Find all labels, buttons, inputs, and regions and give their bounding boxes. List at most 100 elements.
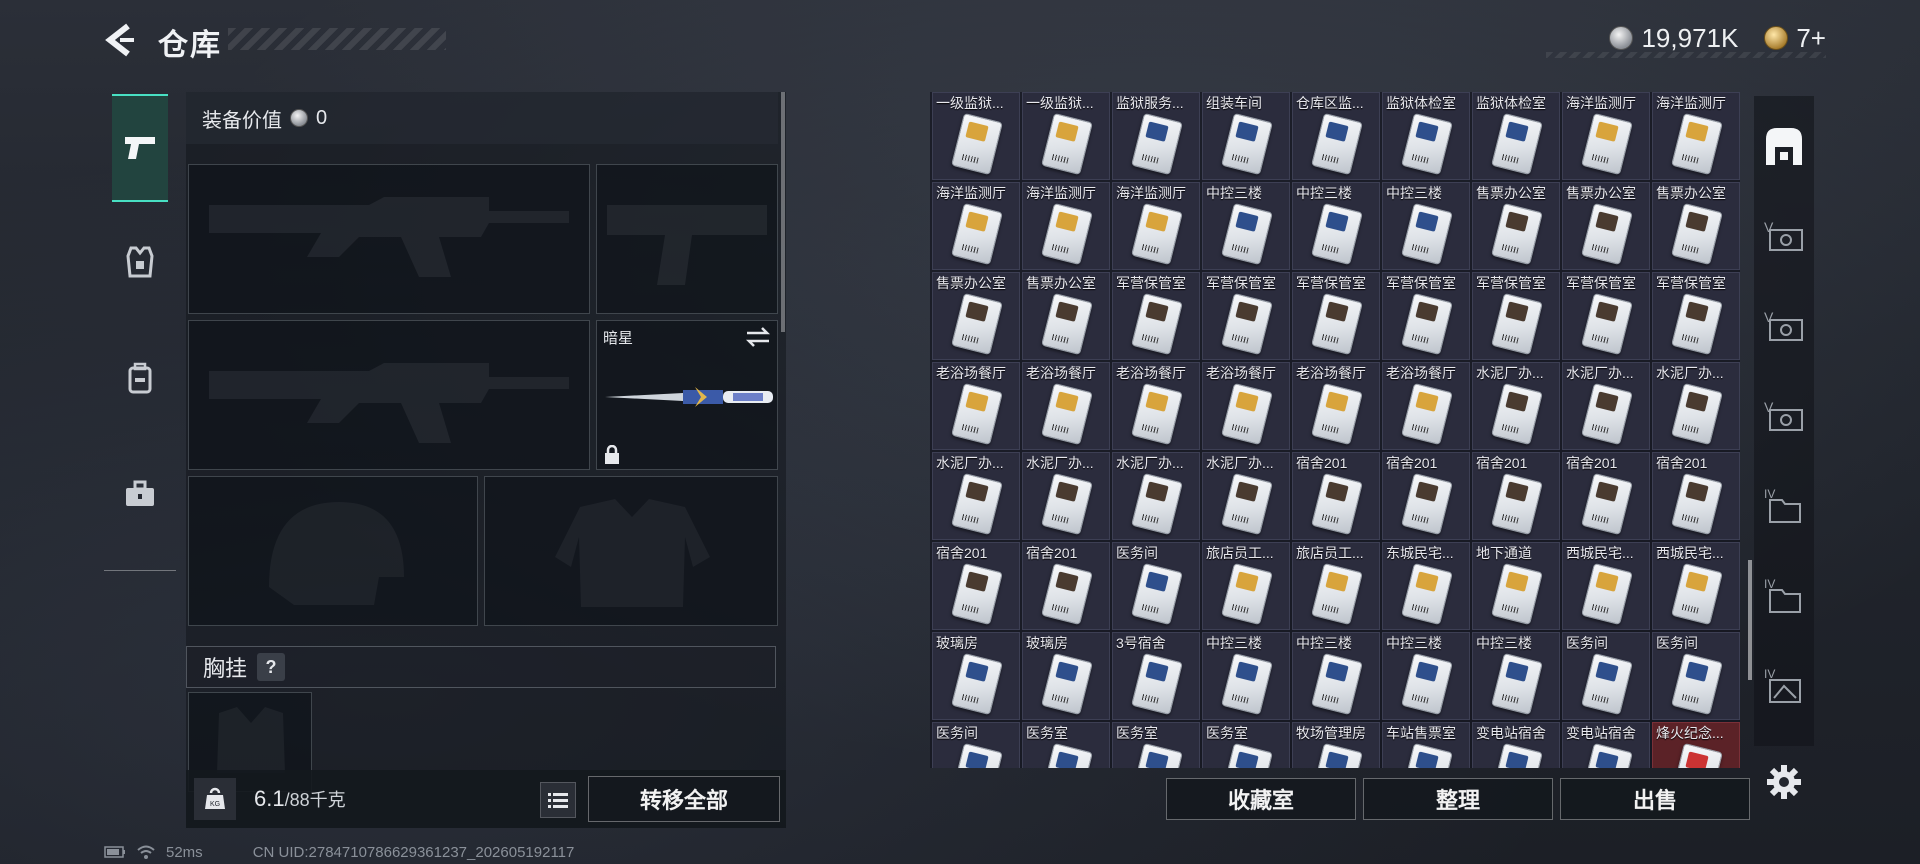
organize-button[interactable]: 整理 bbox=[1363, 778, 1553, 820]
tab-backpack[interactable] bbox=[112, 326, 168, 430]
inventory-item[interactable]: 旅店员工... bbox=[1292, 542, 1380, 630]
inventory-item[interactable]: 售票办公室 bbox=[1562, 182, 1650, 270]
inventory-item[interactable]: 海洋监测厅 bbox=[1022, 182, 1110, 270]
inventory-item[interactable]: 组装车间 bbox=[1202, 92, 1290, 180]
back-arrow-icon[interactable] bbox=[100, 20, 140, 60]
tab-folder-1[interactable]: IV bbox=[1754, 468, 1814, 544]
inventory-item[interactable]: 老浴场餐厅 bbox=[1292, 362, 1380, 450]
inventory-item[interactable]: 宿舍201 bbox=[1022, 542, 1110, 630]
inventory-item[interactable]: 军营保管室 bbox=[1112, 272, 1200, 360]
inventory-item[interactable]: 西城民宅... bbox=[1652, 542, 1740, 630]
inventory-item[interactable]: 车站售票室 bbox=[1382, 722, 1470, 768]
inventory-item[interactable]: 变电站宿舍 bbox=[1562, 722, 1650, 768]
inventory-item[interactable]: 中控三楼 bbox=[1292, 632, 1380, 720]
inventory-item[interactable]: 军营保管室 bbox=[1292, 272, 1380, 360]
inventory-item[interactable]: 地下通道 bbox=[1472, 542, 1560, 630]
inventory-item[interactable]: 水泥厂办... bbox=[932, 452, 1020, 540]
inventory-item[interactable]: 中控三楼 bbox=[1472, 632, 1560, 720]
inventory-item[interactable]: 中控三楼 bbox=[1382, 632, 1470, 720]
inventory-item[interactable]: 中控三楼 bbox=[1292, 182, 1380, 270]
secondary-weapon-slot[interactable] bbox=[188, 320, 590, 470]
inventory-item[interactable]: 医务间 bbox=[1652, 632, 1740, 720]
inventory-item[interactable]: 医务室 bbox=[1022, 722, 1110, 768]
inventory-item[interactable]: 旅店员工... bbox=[1202, 542, 1290, 630]
inventory-item[interactable]: 水泥厂办... bbox=[1562, 362, 1650, 450]
inventory-item[interactable]: 监狱体检室 bbox=[1472, 92, 1560, 180]
inventory-item[interactable]: 烽火纪念... bbox=[1652, 722, 1740, 768]
inventory-item[interactable]: 老浴场餐厅 bbox=[932, 362, 1020, 450]
inventory-item[interactable]: 水泥厂办... bbox=[1472, 362, 1560, 450]
inventory-item[interactable]: 宿舍201 bbox=[1562, 452, 1650, 540]
inventory-item[interactable]: 宿舍201 bbox=[1382, 452, 1470, 540]
inventory-item[interactable]: 医务室 bbox=[1202, 722, 1290, 768]
melee-slot[interactable]: 暗星 bbox=[596, 320, 778, 470]
inventory-item[interactable]: 水泥厂办... bbox=[1112, 452, 1200, 540]
tab-safe-box[interactable] bbox=[1754, 108, 1814, 184]
inventory-scrollbar[interactable] bbox=[1748, 560, 1752, 680]
sell-button[interactable]: 出售 bbox=[1560, 778, 1750, 820]
inventory-item[interactable]: 中控三楼 bbox=[1202, 632, 1290, 720]
inventory-item[interactable]: 老浴场餐厅 bbox=[1202, 362, 1290, 450]
inventory-item[interactable]: 玻璃房 bbox=[1022, 632, 1110, 720]
inventory-item[interactable]: 医务间 bbox=[1562, 632, 1650, 720]
inventory-item[interactable]: 水泥厂办... bbox=[1652, 362, 1740, 450]
inventory-item[interactable]: 军营保管室 bbox=[1472, 272, 1560, 360]
inventory-item[interactable]: 中控三楼 bbox=[1382, 182, 1470, 270]
inventory-item[interactable]: 海洋监测厅 bbox=[1112, 182, 1200, 270]
inventory-item[interactable]: 老浴场餐厅 bbox=[1022, 362, 1110, 450]
tab-weapons[interactable] bbox=[112, 94, 168, 202]
collection-room-button[interactable]: 收藏室 bbox=[1166, 778, 1356, 820]
inventory-item[interactable]: 海洋监测厅 bbox=[1562, 92, 1650, 180]
body-armor-slot[interactable] bbox=[484, 476, 778, 626]
inventory-item[interactable]: 医务室 bbox=[1112, 722, 1200, 768]
inventory-item[interactable]: 仓库区监... bbox=[1292, 92, 1380, 180]
inventory-item[interactable]: 售票办公室 bbox=[1652, 182, 1740, 270]
sidearm-slot[interactable] bbox=[596, 164, 778, 314]
inventory-item[interactable]: 监狱体检室 bbox=[1382, 92, 1470, 180]
primary-weapon-slot[interactable] bbox=[188, 164, 590, 314]
inventory-item[interactable]: 海洋监测厅 bbox=[1652, 92, 1740, 180]
inventory-item[interactable]: 水泥厂办... bbox=[1022, 452, 1110, 540]
inventory-item[interactable]: 宿舍201 bbox=[932, 542, 1020, 630]
inventory-item[interactable]: 售票办公室 bbox=[1022, 272, 1110, 360]
tab-toolbox[interactable] bbox=[112, 442, 168, 546]
inventory-item[interactable]: 医务间 bbox=[1112, 542, 1200, 630]
inventory-item[interactable]: 3号宿舍 bbox=[1112, 632, 1200, 720]
transfer-all-button[interactable]: 转移全部 bbox=[588, 776, 780, 822]
tab-folder-2[interactable]: IV bbox=[1754, 558, 1814, 634]
tab-vehicle-card-2[interactable]: V bbox=[1754, 288, 1814, 364]
tab-armor[interactable] bbox=[112, 210, 168, 314]
inventory-item[interactable]: 中控三楼 bbox=[1202, 182, 1290, 270]
swap-icon[interactable] bbox=[745, 327, 771, 347]
helmet-slot[interactable] bbox=[188, 476, 478, 626]
inventory-item[interactable]: 一级监狱... bbox=[932, 92, 1020, 180]
inventory-item[interactable]: 监狱服务... bbox=[1112, 92, 1200, 180]
inventory-item[interactable]: 水泥厂办... bbox=[1202, 452, 1290, 540]
inventory-item[interactable]: 售票办公室 bbox=[932, 272, 1020, 360]
list-view-button[interactable] bbox=[540, 782, 576, 818]
settings-button[interactable] bbox=[1766, 764, 1802, 800]
inventory-item[interactable]: 宿舍201 bbox=[1472, 452, 1560, 540]
inventory-item[interactable]: 售票办公室 bbox=[1472, 182, 1560, 270]
inventory-item[interactable]: 西城民宅... bbox=[1562, 542, 1650, 630]
inventory-item[interactable]: 军营保管室 bbox=[1202, 272, 1290, 360]
inventory-item[interactable]: 东城民宅... bbox=[1382, 542, 1470, 630]
inventory-item[interactable]: 海洋监测厅 bbox=[932, 182, 1020, 270]
inventory-item[interactable]: 老浴场餐厅 bbox=[1112, 362, 1200, 450]
inventory-item[interactable]: 军营保管室 bbox=[1382, 272, 1470, 360]
tab-vehicle-card-1[interactable]: V bbox=[1754, 198, 1814, 274]
inventory-item[interactable]: 牧场管理房 bbox=[1292, 722, 1380, 768]
tab-frame[interactable]: IV bbox=[1754, 648, 1814, 724]
inventory-item[interactable]: 变电站宿舍 bbox=[1472, 722, 1560, 768]
tab-vehicle-card-3[interactable]: V bbox=[1754, 378, 1814, 454]
inventory-item[interactable]: 玻璃房 bbox=[932, 632, 1020, 720]
inventory-item[interactable]: 军营保管室 bbox=[1652, 272, 1740, 360]
inventory-item[interactable]: 宿舍201 bbox=[1292, 452, 1380, 540]
inventory-item[interactable]: 军营保管室 bbox=[1562, 272, 1650, 360]
inventory-item[interactable]: 医务间 bbox=[932, 722, 1020, 768]
inventory-item[interactable]: 宿舍201 bbox=[1652, 452, 1740, 540]
inventory-item[interactable]: 一级监狱... bbox=[1022, 92, 1110, 180]
loadout-scrollbar[interactable] bbox=[781, 92, 785, 332]
help-icon[interactable]: ? bbox=[257, 653, 286, 681]
inventory-item[interactable]: 老浴场餐厅 bbox=[1382, 362, 1470, 450]
